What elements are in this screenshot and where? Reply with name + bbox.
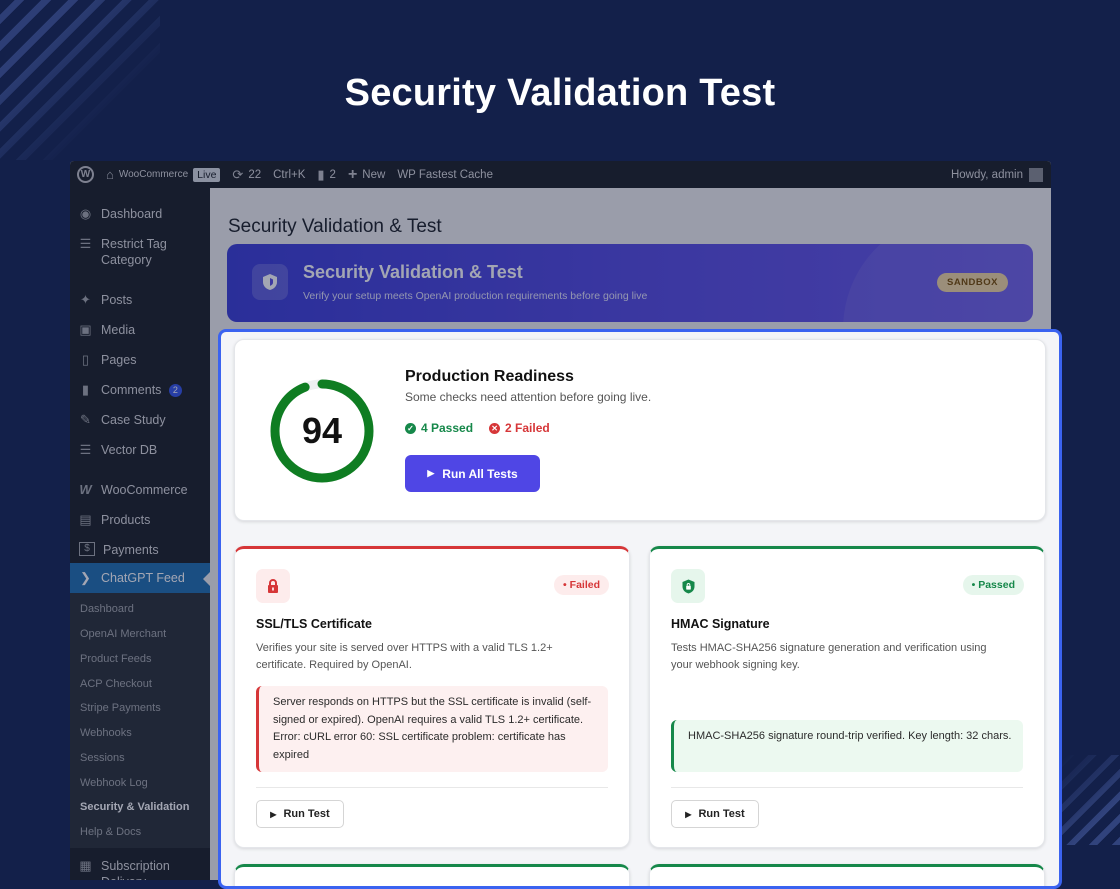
x-circle-icon: ✕ <box>489 422 501 434</box>
test-description: Verifies your site is served over HTTPS … <box>256 642 553 671</box>
run-test-button[interactable]: ▶ Run Test <box>671 800 759 828</box>
production-readiness-card: 94 Production Readiness Some checks need… <box>234 339 1046 521</box>
test-description: Tests HMAC-SHA256 signature generation a… <box>671 642 987 671</box>
readiness-score: 94 <box>301 410 343 451</box>
shield-lock-icon <box>671 569 705 603</box>
test-result-message: HMAC-SHA256 signature round-trip verifie… <box>671 720 1023 772</box>
status-label: Failed <box>569 579 600 591</box>
status-badge: • Passed <box>962 575 1024 595</box>
status-dot-icon: • <box>971 579 976 591</box>
divider <box>256 787 608 788</box>
divider <box>671 787 1023 788</box>
test-card-partial <box>234 864 630 886</box>
hero-title: Security Validation Test <box>344 72 776 114</box>
check-circle-icon: ✓ <box>405 422 416 434</box>
test-title: SSL/TLS Certificate <box>256 617 372 631</box>
test-title: HMAC Signature <box>671 617 770 631</box>
test-card-ssl: • Failed SSL/TLS Certificate Verifies yo… <box>234 546 630 848</box>
passed-count: ✓ 4 Passed <box>405 421 473 435</box>
failed-count: ✕ 2 Failed <box>489 421 550 435</box>
status-dot-icon: • <box>563 579 567 591</box>
status-label: Passed <box>978 579 1015 591</box>
readiness-stats: ✓ 4 Passed ✕ 2 Failed <box>405 421 550 435</box>
status-badge: • Failed <box>554 575 609 595</box>
play-icon: ▶ <box>270 809 277 819</box>
readiness-title: Production Readiness <box>405 368 574 385</box>
test-card-partial <box>649 864 1045 886</box>
highlighted-panel: 94 Production Readiness Some checks need… <box>218 329 1062 889</box>
test-result-message: Server responds on HTTPS but the SSL cer… <box>256 686 608 772</box>
run-test-label: Run Test <box>283 808 330 820</box>
test-card-hmac: • Passed HMAC Signature Tests HMAC-SHA25… <box>649 546 1045 848</box>
run-test-button[interactable]: ▶ Run Test <box>256 800 344 828</box>
run-test-label: Run Test <box>698 808 745 820</box>
lock-icon <box>256 569 290 603</box>
run-all-label: Run All Tests <box>442 466 518 481</box>
failed-label: 2 Failed <box>505 421 550 435</box>
run-all-tests-button[interactable]: ▶ Run All Tests <box>405 455 540 492</box>
readiness-subtitle: Some checks need attention before going … <box>405 390 652 404</box>
play-icon: ▶ <box>685 809 692 819</box>
play-icon: ▶ <box>427 468 435 478</box>
passed-label: 4 Passed <box>421 421 474 435</box>
